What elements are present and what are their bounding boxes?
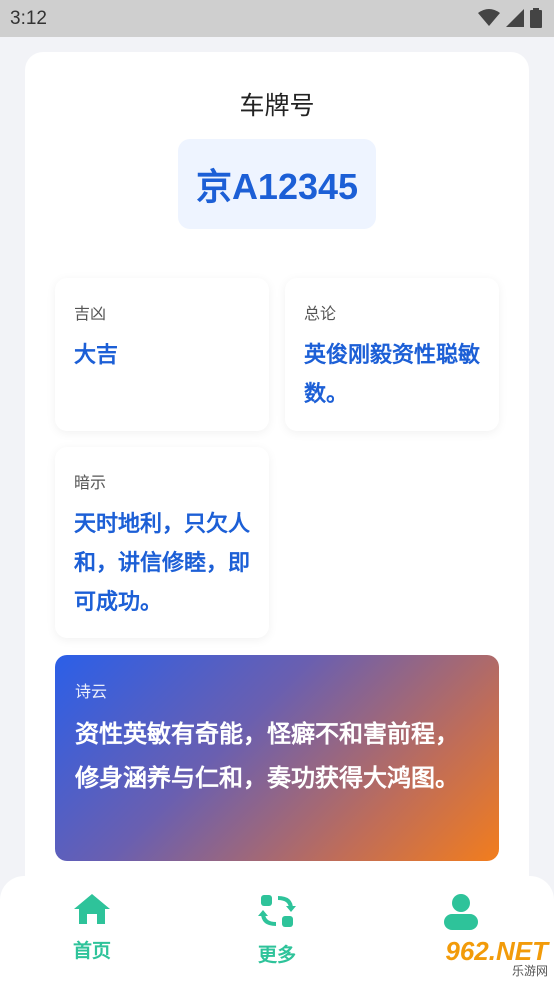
luck-label: 吉凶 <box>74 304 107 323</box>
hint-value: 天时地利，只欠人和，讲信修睦，即可成功。 <box>74 512 251 615</box>
status-time: 3:12 <box>10 8 47 29</box>
refresh-swap-icon <box>258 895 296 927</box>
watermark-sub: 乐游网 <box>511 964 548 978</box>
hint-label: 暗示 <box>74 473 107 492</box>
plate-number: 京A12345 <box>195 166 359 207</box>
page-title: 车牌号 <box>239 91 315 120</box>
nav-label-home: 首页 <box>72 940 111 962</box>
summary-card: 总论 英俊刚毅资性聪敏数。 <box>285 278 499 431</box>
hint-card: 暗示 天时地利，只欠人和，讲信修睦，即可成功。 <box>55 447 269 638</box>
luck-card: 吉凶 大吉 <box>55 278 269 431</box>
watermark-logo: 962.NET <box>445 936 548 966</box>
signal-icon <box>506 9 524 27</box>
summary-label: 总论 <box>304 304 337 323</box>
poem-label: 诗云 <box>75 682 108 701</box>
home-icon <box>74 894 110 924</box>
battery-icon <box>530 8 542 28</box>
poem-text: 资性英敏有奇能，怪癖不和害前程，修身涵养与仁和，奏功获得大鸿图。 <box>75 720 459 792</box>
status-icons <box>478 8 542 28</box>
status-bar: 3:12 <box>0 0 554 37</box>
poem-card: 诗云 资性英敏有奇能，怪癖不和害前程，修身涵养与仁和，奏功获得大鸿图。 <box>55 655 499 861</box>
nav-item-more[interactable]: 更多 <box>237 892 317 967</box>
nav-label-more: 更多 <box>257 944 296 966</box>
nav-item-home[interactable]: 首页 <box>52 892 132 963</box>
luck-value: 大吉 <box>74 343 119 368</box>
wifi-icon <box>478 9 500 26</box>
plate-box: 京A12345 <box>178 139 376 229</box>
summary-value: 英俊刚毅资性聪敏数。 <box>304 343 481 407</box>
profile-icon <box>444 894 478 930</box>
watermark: 962.NET 乐游网 <box>414 934 548 982</box>
